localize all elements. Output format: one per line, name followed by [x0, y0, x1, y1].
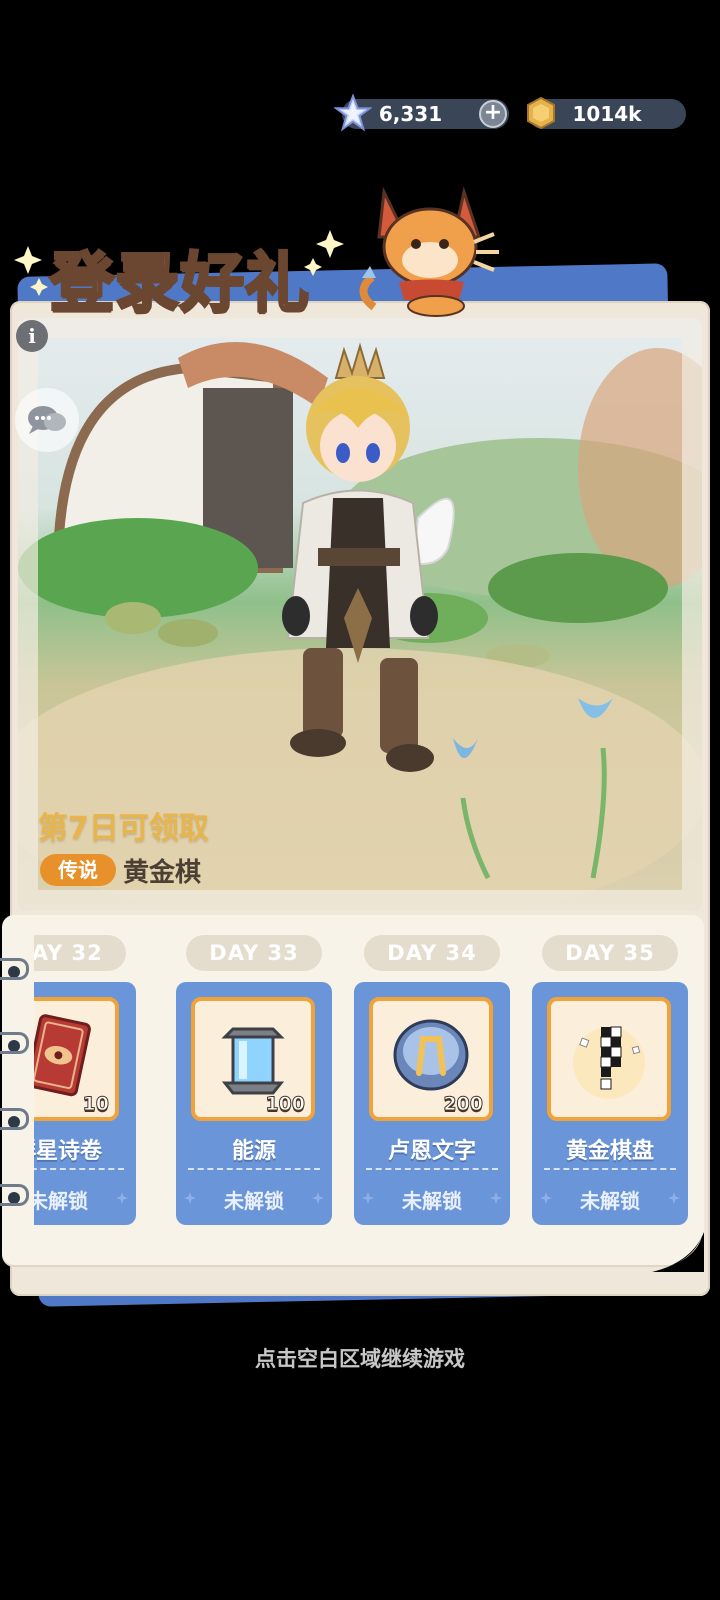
reward-quantity: 10: [82, 1093, 109, 1116]
fox-mascot-icon: [359, 186, 499, 317]
day-column-33[interactable]: DAY 33 100 能源 未解锁: [176, 915, 336, 1265]
coin-currency-display: 1014k: [527, 96, 686, 130]
divider: [188, 1168, 320, 1170]
energy-canister-icon: [221, 1027, 285, 1095]
reward-quantity: 200: [443, 1093, 484, 1116]
sparkle-icon: [312, 1192, 324, 1204]
divider: [544, 1168, 676, 1170]
chat-bubble-icon: [28, 406, 66, 434]
reward-quantity: 100: [265, 1093, 306, 1116]
chessboard-icon: [573, 1026, 645, 1099]
star-crystal-icon: [334, 94, 372, 132]
sparkle-icon: [668, 1192, 680, 1204]
reward-card[interactable]: 200 卢恩文字 未解锁: [354, 982, 510, 1225]
divider: [366, 1168, 498, 1170]
reward-name: 能源: [231, 1139, 276, 1164]
banner-title-area: 登录好礼: [8, 226, 368, 323]
info-button[interactable]: i: [16, 320, 48, 352]
day-label: DAY 32: [34, 935, 126, 971]
reward-icon-frame: 100: [191, 997, 315, 1121]
reward-scroll-area[interactable]: DAY 32 10 群星诗卷: [34, 915, 704, 1265]
gold-coin-icon: [527, 96, 555, 130]
page-curl-icon: [652, 1232, 704, 1272]
add-stars-button[interactable]: +: [479, 100, 507, 128]
daily-reward-strip[interactable]: DAY 32 10 群星诗卷: [2, 915, 704, 1265]
day-label: DAY 34: [364, 935, 500, 971]
reward-status: 未解锁: [580, 1189, 640, 1213]
divider: [34, 1168, 124, 1170]
card-scroll-icon: [34, 1014, 91, 1097]
reward-name: 群星诗卷: [34, 1139, 102, 1164]
binder-ring: [0, 958, 29, 980]
day-column-32[interactable]: DAY 32 10 群星诗卷: [34, 915, 140, 1265]
tap-to-continue-hint: 点击空白区域继续游戏: [255, 1347, 465, 1371]
chat-button[interactable]: [15, 388, 79, 452]
reward-status: 未解锁: [402, 1189, 462, 1213]
day-column-35[interactable]: DAY 35 黄金棋盘 未解锁: [532, 915, 692, 1265]
day-column-34[interactable]: DAY 34 200 卢恩文字 未解锁: [354, 915, 514, 1265]
reward-status: 未解锁: [224, 1189, 284, 1213]
day-label: DAY 35: [542, 935, 678, 971]
reward-card[interactable]: 黄金棋盘 未解锁: [532, 982, 688, 1225]
binder-ring: [0, 1108, 29, 1130]
featured-item-name: 黄金棋: [123, 858, 202, 888]
star-currency-display: 6,331 +: [334, 94, 509, 132]
day-label: DAY 33: [186, 935, 322, 971]
claim-day-text: 第7日可领取: [38, 811, 209, 846]
reward-icon-frame: 200: [369, 997, 493, 1121]
reward-icon-frame: 10: [34, 997, 119, 1121]
banner-title: 登录好礼: [49, 246, 311, 323]
reward-card[interactable]: 100 能源 未解锁: [176, 982, 332, 1225]
reward-card[interactable]: 10 群星诗卷 未解锁: [34, 982, 136, 1225]
rarity-badge: 传说: [40, 854, 116, 886]
reward-name: 黄金棋盘: [565, 1139, 654, 1164]
sparkle-icon: [490, 1192, 502, 1204]
binder-ring: [0, 1184, 29, 1206]
login-reward-screen[interactable]: 6,331 + 1014k 登录好礼 i 第7日可领取 传说 黄金棋 AY 32…: [0, 0, 720, 1600]
rune-stone-icon: [393, 1019, 469, 1091]
reward-name: 卢恩文字: [387, 1139, 476, 1164]
reward-icon-frame: [547, 997, 671, 1121]
binder-ring: [0, 1032, 29, 1054]
sparkle-icon: [116, 1192, 128, 1204]
